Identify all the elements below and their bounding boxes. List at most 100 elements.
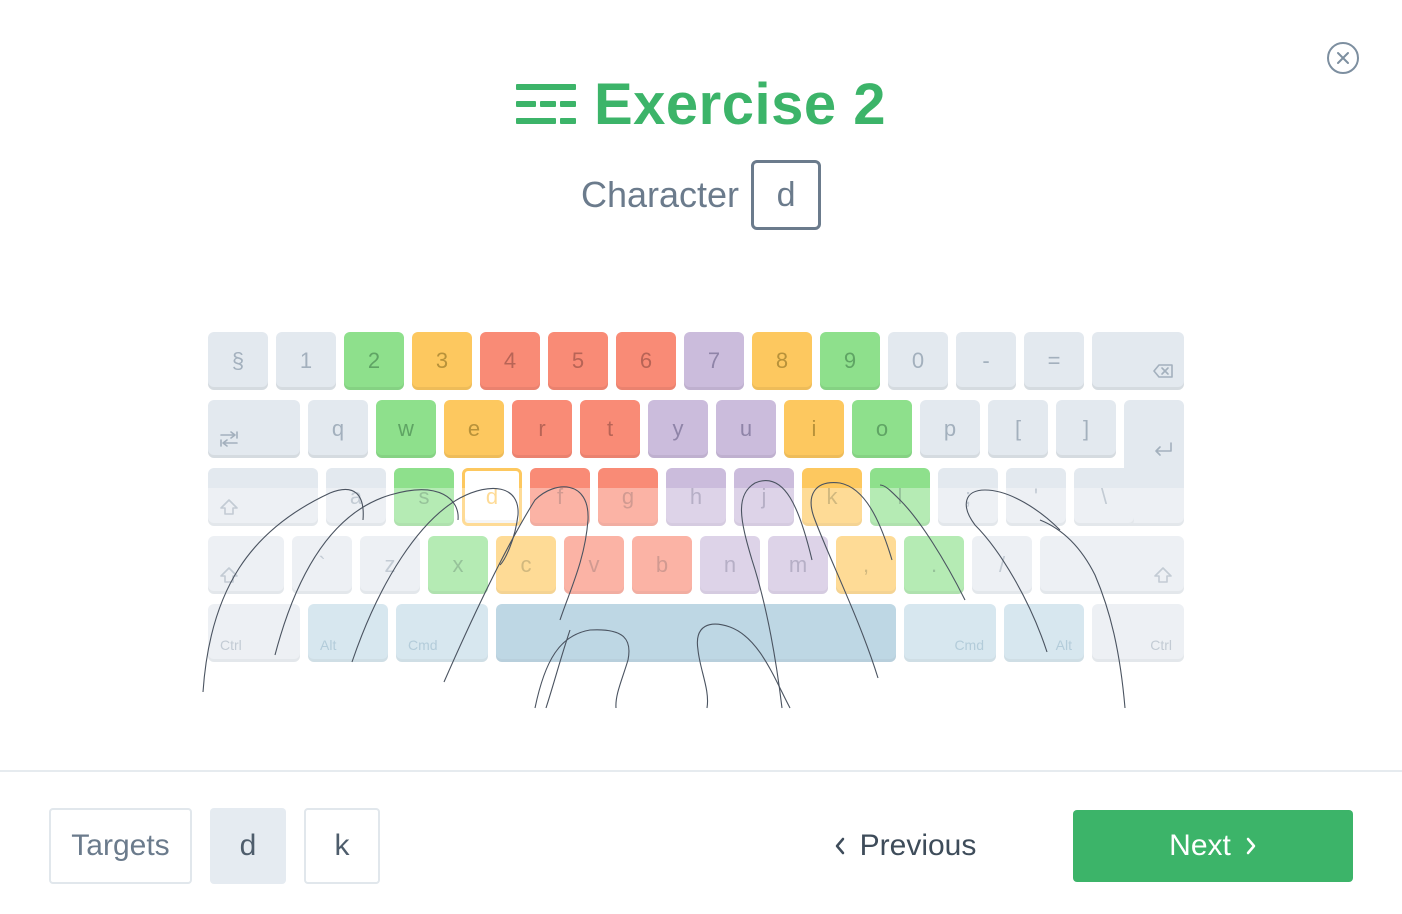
key-label: 2 — [367, 348, 381, 373]
key-label: j — [761, 484, 767, 509]
key-alt: Alt — [1004, 604, 1084, 662]
key-label: d — [485, 484, 499, 509]
lesson-icon — [515, 84, 576, 124]
key-sym3-10: . — [904, 536, 964, 594]
key-sym3-1: ` — [292, 536, 352, 594]
key-sym0-11: - — [956, 332, 1016, 390]
key-label: x — [452, 552, 464, 577]
key-label: ; — [964, 484, 972, 509]
target-key-d[interactable]: d — [210, 808, 286, 884]
key-label: Ctrl — [1150, 637, 1172, 653]
key-space — [496, 604, 896, 662]
target-key-k[interactable]: k — [304, 808, 380, 884]
key-label: 7 — [707, 348, 721, 373]
targets-button[interactable]: Targets — [49, 808, 192, 884]
key-label: n — [723, 552, 737, 577]
key-g: g — [598, 468, 658, 526]
key-label: b — [655, 552, 669, 577]
key-label: [ — [1014, 416, 1022, 441]
key-label: q — [331, 416, 345, 441]
enter-icon — [1155, 442, 1172, 456]
key-label: Cmd — [954, 637, 984, 653]
key-label: Ctrl — [220, 637, 242, 653]
key-label: ` — [318, 552, 326, 577]
key-label: - — [982, 348, 990, 373]
key-y: y — [648, 400, 708, 458]
key-sym3-9: , — [836, 536, 896, 594]
key-label: 1 — [299, 348, 313, 373]
key-label: 8 — [775, 348, 789, 373]
key-label: e — [467, 416, 481, 441]
key-backspace — [1092, 332, 1184, 390]
footer-divider — [0, 770, 1402, 772]
close-button[interactable] — [1327, 42, 1359, 74]
key-s: s — [394, 468, 454, 526]
caps-lock-icon — [220, 499, 238, 515]
key-l: l — [870, 468, 930, 526]
key-sym3-11: / — [972, 536, 1032, 594]
key-label: . — [930, 552, 938, 577]
key-sym0-0: § — [208, 332, 268, 390]
key-shift — [208, 536, 284, 594]
character-line: Character d — [0, 160, 1402, 230]
key-label: 5 — [571, 348, 585, 373]
character-box: d — [751, 160, 822, 230]
key-sym2-10: ; — [938, 468, 998, 526]
key-label: § — [231, 348, 245, 373]
key-tab — [208, 400, 300, 458]
key-alt: Alt — [308, 604, 388, 662]
key-m: m — [768, 536, 828, 594]
key-3: 3 — [412, 332, 472, 390]
key-label: a — [349, 484, 363, 509]
key-9: 9 — [820, 332, 880, 390]
key-shift — [1040, 536, 1184, 594]
key-r: r — [512, 400, 572, 458]
key-label: g — [621, 484, 635, 509]
key-d: d — [462, 468, 522, 526]
key-cmd: Cmd — [904, 604, 996, 662]
key-j: j — [734, 468, 794, 526]
key-label: f — [556, 484, 564, 509]
key-6: 6 — [616, 332, 676, 390]
chevron-right-icon — [1246, 837, 1256, 855]
chevron-left-icon — [835, 837, 844, 855]
key-label: o — [875, 416, 889, 441]
key-sym2-0 — [208, 468, 318, 526]
close-icon — [1337, 52, 1349, 64]
key-label: y — [672, 416, 684, 441]
key-t: t — [580, 400, 640, 458]
key-label: w — [398, 416, 414, 441]
key-u: u — [716, 400, 776, 458]
key-e: e — [444, 400, 504, 458]
key-2: 2 — [344, 332, 404, 390]
key-label: Cmd — [408, 637, 438, 653]
key-c: c — [496, 536, 556, 594]
key-label: Alt — [1055, 637, 1072, 653]
next-button[interactable]: Next — [1073, 810, 1353, 882]
key-ctrl: Ctrl — [1092, 604, 1184, 662]
backspace-icon — [1153, 364, 1173, 378]
key-label: 6 — [639, 348, 653, 373]
key-label: 9 — [843, 348, 857, 373]
key-label: 0 — [911, 348, 925, 373]
key-x: x — [428, 536, 488, 594]
key-label: c — [520, 552, 532, 577]
exercise-header: Exercise 2 — [0, 72, 1402, 137]
key-label: t — [606, 416, 614, 441]
key-label: \ — [1100, 484, 1108, 509]
key-label: i — [811, 416, 817, 441]
key-sym1-12: ] — [1056, 400, 1116, 458]
key-q: q — [308, 400, 368, 458]
key-label: Alt — [320, 637, 337, 653]
key-z: z — [360, 536, 420, 594]
key-sym2-12: \ — [1074, 468, 1134, 526]
next-label: Next — [1169, 829, 1231, 862]
key-w: w — [376, 400, 436, 458]
key-v: v — [564, 536, 624, 594]
previous-button[interactable]: Previous — [820, 810, 990, 882]
key-label: k — [826, 484, 838, 509]
key-sym1-11: [ — [988, 400, 1048, 458]
key-label: / — [998, 552, 1006, 577]
key-label: m — [788, 552, 808, 577]
key-k: k — [802, 468, 862, 526]
